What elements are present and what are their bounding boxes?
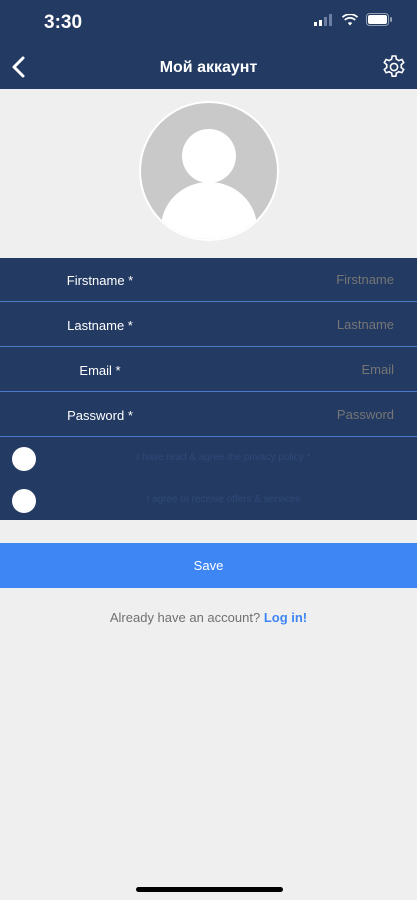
firstname-field[interactable] (244, 272, 394, 287)
email-label: Email * (79, 363, 121, 378)
save-button[interactable]: Save (0, 543, 417, 588)
privacy-policy-row: I have read & agree the privacy policy * (0, 438, 417, 480)
home-indicator (136, 887, 283, 892)
privacy-policy-checkbox[interactable] (12, 447, 36, 471)
password-field[interactable] (244, 407, 394, 422)
battery-icon (366, 13, 392, 26)
offers-checkbox[interactable] (12, 489, 36, 513)
signal-icon (314, 13, 332, 26)
lastname-label: Lastname * (67, 318, 133, 333)
password-label: Password * (67, 408, 133, 423)
email-row: Email * (0, 348, 417, 392)
registration-form: Firstname * Lastname * Email * Password … (0, 258, 417, 520)
wifi-icon (342, 13, 358, 25)
email-field[interactable] (244, 362, 394, 377)
page-title: Мой аккаунт (159, 59, 258, 76)
offers-row: I agree to receive offers & services (0, 480, 417, 522)
user-avatar-icon (139, 101, 279, 241)
login-prompt-text: Already have an account? (109, 610, 261, 625)
lastname-field[interactable] (244, 317, 394, 332)
privacy-policy-label: I have read & agree the privacy policy * (136, 452, 311, 463)
lastname-row: Lastname * (0, 303, 417, 347)
status-icons (314, 13, 393, 26)
password-row: Password * (0, 393, 417, 437)
status-time: 3:30 (44, 12, 83, 33)
login-link[interactable]: Log in! (264, 610, 307, 625)
login-prompt: Already have an account? Log in! (0, 610, 417, 625)
offers-label: I agree to receive offers & services (146, 494, 301, 505)
firstname-label: Firstname * (66, 273, 134, 288)
firstname-row: Firstname * (0, 258, 417, 302)
gear-icon[interactable] (381, 54, 407, 80)
app-header: 3:30 Мой аккаунт (0, 0, 417, 89)
avatar[interactable] (138, 100, 280, 242)
